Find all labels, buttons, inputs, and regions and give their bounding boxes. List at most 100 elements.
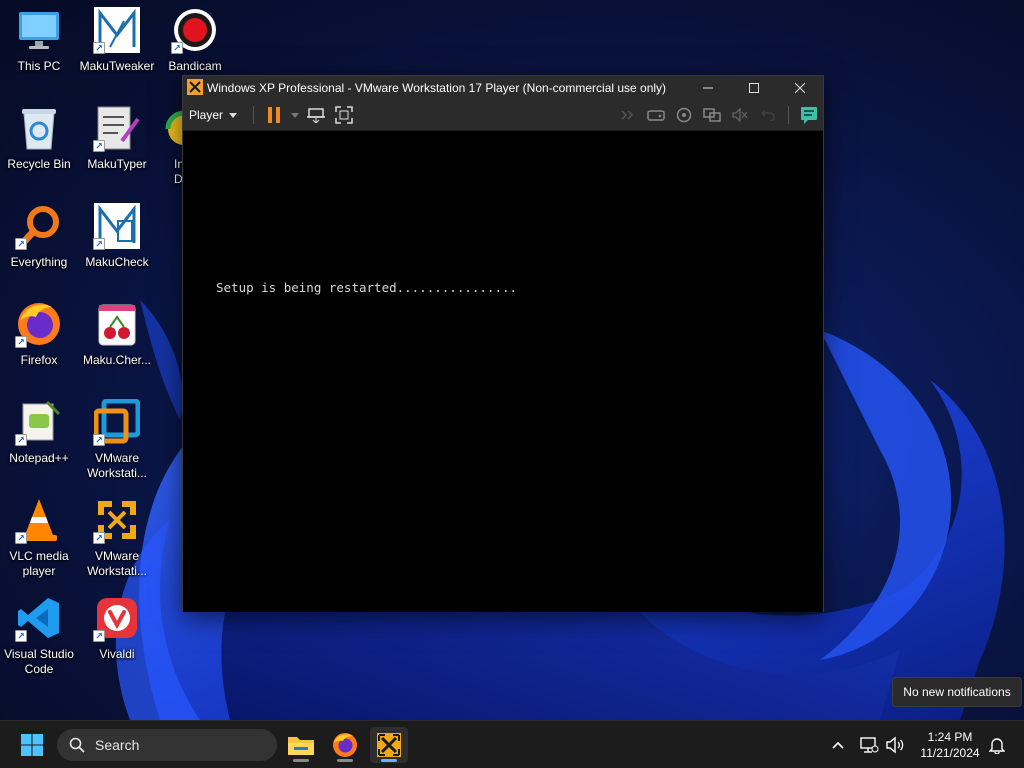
hard-disk-button[interactable] [642,103,670,127]
setup-status-text: Setup is being restarted................ [216,280,518,295]
vmware-player-icon: ↗ [93,496,141,544]
taskbar-file-explorer[interactable] [282,727,320,763]
network-icon [860,737,879,753]
desktop-icon-notepadpp[interactable]: ↗ Notepad++ [0,398,78,486]
network-status-button[interactable] [858,733,880,757]
unity-button[interactable] [795,103,823,127]
notification-center-button[interactable] [986,733,1008,757]
chevron-down-icon [229,112,238,118]
vmware-workstation-icon: ↗ [93,398,141,446]
desktop-icon-this-pc[interactable]: This PC [0,6,78,94]
fullscreen-icon [335,106,353,124]
player-menu[interactable]: Player [189,108,238,122]
taskbar-clock[interactable]: 1:24 PM 11/21/2024 [912,729,988,761]
shortcut-arrow-icon: ↗ [15,238,27,250]
taskbar-firefox[interactable] [326,727,364,763]
notification-text: No new notifications [903,685,1011,699]
desktop-icon-makucheck[interactable]: ↗ MakuCheck [78,202,156,290]
shortcut-arrow-icon: ↗ [171,42,183,54]
speaker-icon [886,736,904,754]
search-label: Search [95,737,140,753]
fullscreen-button[interactable] [330,103,358,127]
computer-icon [15,6,63,54]
cd-drive-button[interactable] [670,103,698,127]
vscode-icon: ↗ [15,594,63,642]
notepadpp-icon: ↗ [15,398,63,446]
window-titlebar[interactable]: Windows XP Professional - VMware Worksta… [183,76,823,100]
volume-button[interactable] [884,733,906,757]
desktop-icon-firefox[interactable]: ↗ Firefox [0,300,78,388]
windows-logo-icon [21,734,43,756]
taskbar-search-box[interactable]: Search [57,729,277,761]
shortcut-arrow-icon: ↗ [93,434,105,446]
vlc-icon: ↗ [15,496,63,544]
forward-button[interactable] [614,103,642,127]
partial-app-icon [156,104,182,152]
shortcut-arrow-icon: ↗ [15,630,27,642]
maximize-button[interactable] [731,76,777,100]
folder-icon [288,737,314,755]
cherry-app-icon [93,300,141,348]
network-adapter-button[interactable] [698,103,726,127]
shortcut-arrow-icon: ↗ [15,434,27,446]
shortcut-arrow-icon: ↗ [93,42,105,54]
start-button[interactable] [14,731,50,759]
taskbar: Search 1:24 PM 11/21/2024 [0,720,1024,768]
desktop-icon-makutweaker[interactable]: ↗ MakuTweaker [78,6,156,94]
everything-search-icon: ↗ [15,202,63,250]
minimize-icon [703,87,713,89]
desktop-icon-partial[interactable]: In Do [156,104,182,192]
clock-time: 1:24 PM [927,730,973,744]
active-indicator [381,759,397,762]
cd-drive-icon [676,107,692,123]
desktop-icon-recycle-bin[interactable]: Recycle Bin [0,104,78,192]
makucheck-icon: ↗ [93,202,141,250]
desktop-icon-vmware-player[interactable]: ↗ VMware Workstati... [78,496,156,584]
desktop-icon-vmware-workstation[interactable]: ↗ VMware Workstati... [78,398,156,486]
show-hidden-icons-button[interactable] [828,733,848,757]
toolbar-separator [253,106,255,124]
player-menu-label: Player [189,108,224,122]
hard-disk-icon [647,110,665,121]
vmware-player-window[interactable]: Windows XP Professional - VMware Worksta… [182,75,824,612]
desktop-icon-everything[interactable]: ↗ Everything [0,202,78,290]
vm-guest-screen[interactable]: Setup is being restarted................ [183,132,823,612]
clock-date: 11/21/2024 [920,746,980,760]
vivaldi-icon: ↗ [93,594,141,642]
undo-arrow-icon [761,109,775,121]
desktop-icon-vivaldi[interactable]: ↗ Vivaldi [78,594,156,682]
shortcut-arrow-icon: ↗ [93,140,105,152]
vmware-player-icon [377,733,401,757]
sound-card-button[interactable] [726,103,754,127]
bell-icon [989,738,1005,754]
shortcut-arrow-icon: ↗ [93,532,105,544]
running-indicator [293,759,309,762]
desktop-icon-maku-cherry[interactable]: Maku.Cher... [78,300,156,388]
shortcut-arrow-icon: ↗ [15,336,27,348]
close-icon [795,83,805,93]
vmware-app-icon [187,78,203,98]
toolbar-separator [788,106,789,124]
close-button[interactable] [777,76,823,100]
back-button[interactable] [754,103,782,127]
desktop-icon-vscode[interactable]: ↗ Visual Studio Code [0,594,78,682]
firefox-icon [333,733,357,757]
bandicam-icon: ↗ [171,6,219,54]
search-icon [69,737,85,753]
message-log-icon [801,107,817,124]
desktop-icon-makutyper[interactable]: ↗ MakuTyper [78,104,156,192]
send-ctrl-alt-del-button[interactable] [302,103,330,127]
double-chevron-right-icon [621,110,634,120]
shortcut-arrow-icon: ↗ [93,238,105,250]
network-adapter-icon [703,108,721,122]
minimize-button[interactable] [685,76,731,100]
pause-button[interactable] [260,103,288,127]
desktop-icon-vlc[interactable]: ↗ VLC media player [0,496,78,584]
recycle-bin-icon [15,104,63,152]
power-options-dropdown[interactable] [288,103,302,127]
makutyper-icon: ↗ [93,104,141,152]
chevron-down-icon [291,112,300,118]
notification-tooltip: No new notifications [892,677,1022,707]
makutweaker-icon: ↗ [93,6,141,54]
taskbar-vmware-player[interactable] [370,727,408,763]
